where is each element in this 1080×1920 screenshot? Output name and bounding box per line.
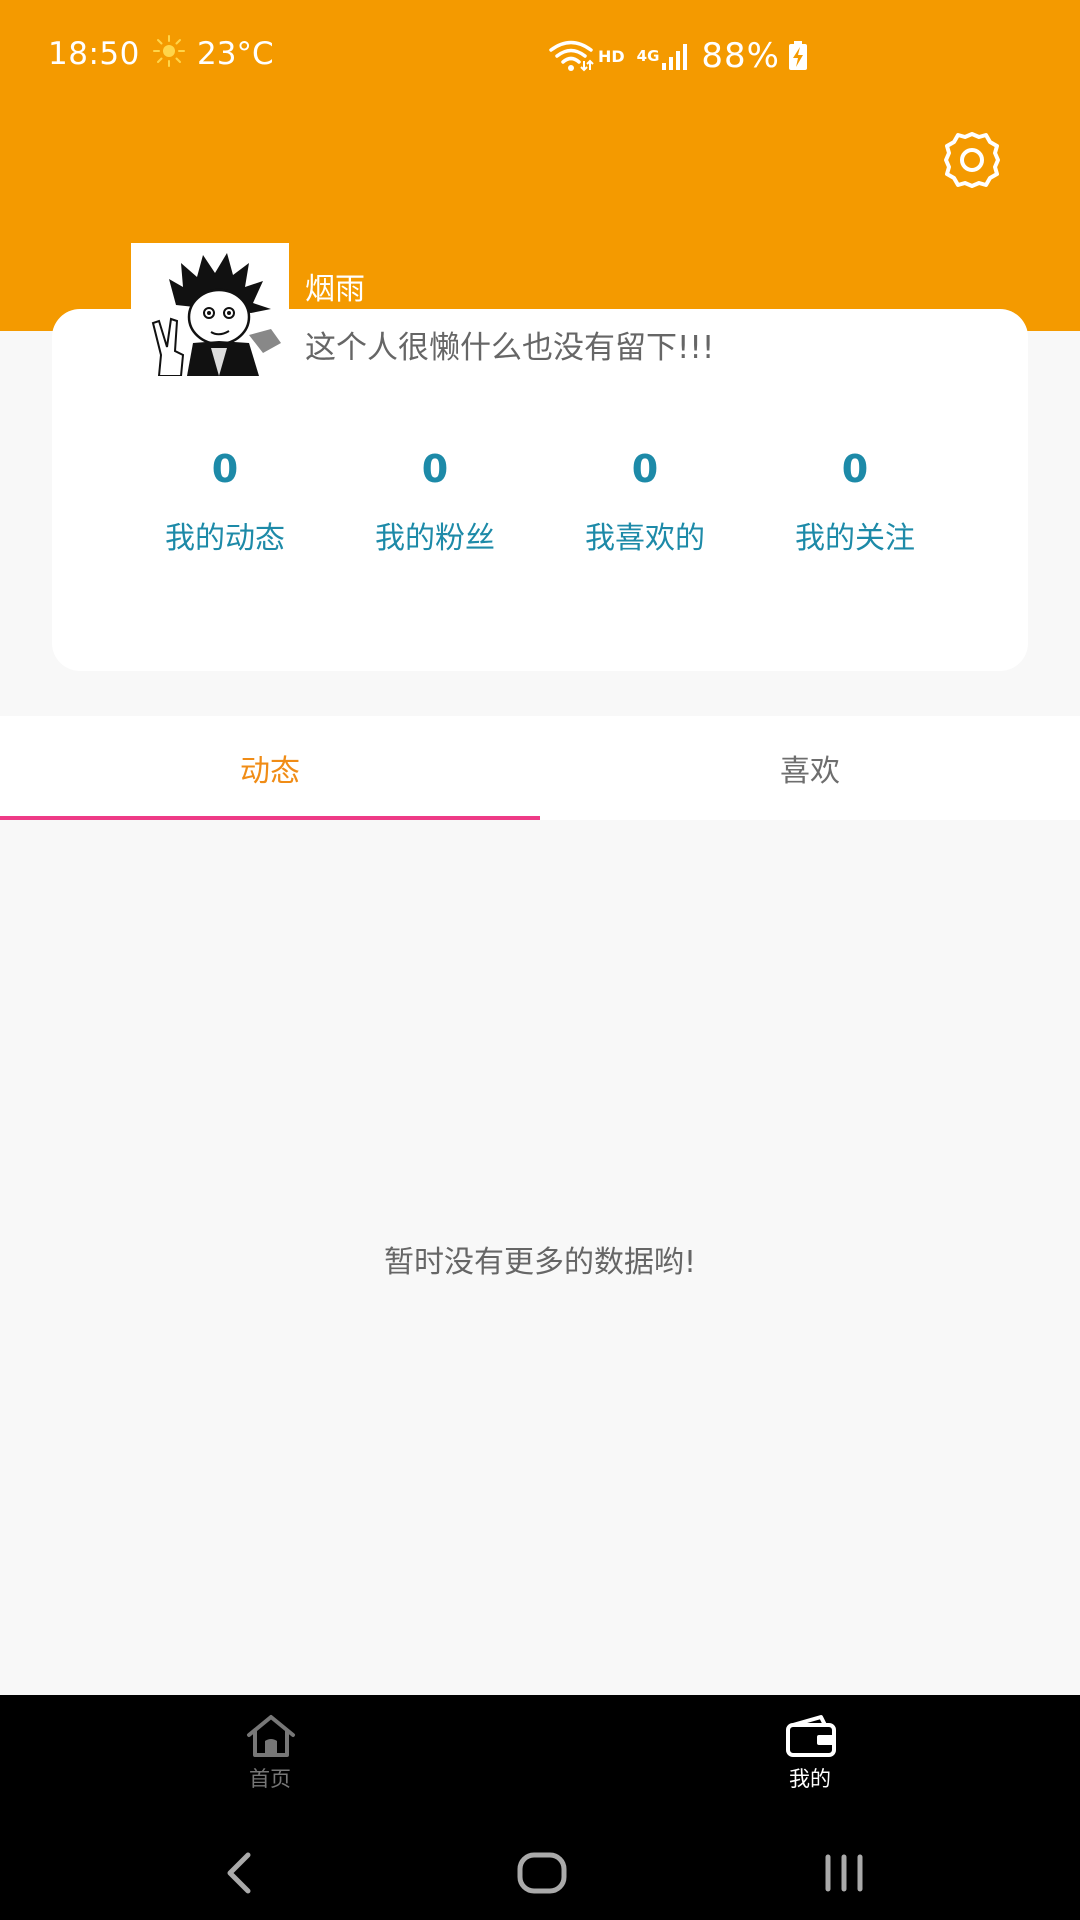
back-button[interactable] [200,1833,280,1913]
status-bar: 18:50 23°C HD 4G 88% [0,0,1080,110]
home-icon [247,1715,295,1757]
tab-indicator [0,816,540,820]
recents-icon [825,1854,863,1892]
nav-label: 我的 [789,1767,831,1791]
tab-label: 动态 [240,754,300,789]
nav-label: 首页 [249,1767,291,1791]
recents-button[interactable] [804,1833,884,1913]
stat-label: 我的动态 [165,521,285,556]
hd-label: HD [598,46,625,66]
settings-button[interactable] [940,128,1004,192]
avatar[interactable] [131,243,289,376]
tab-posts[interactable]: 动态 [0,716,540,820]
username: 烟雨 [305,272,365,307]
stat-label: 我的粉丝 [375,521,495,556]
cellular-4g-label: 4G [636,47,660,65]
user-bio: 这个人很懒什么也没有留下!!! [305,330,715,366]
wallet-icon [786,1715,836,1757]
battery-charging-icon [789,41,807,70]
stat-value: 0 [211,447,239,491]
home-circle-icon [517,1852,567,1894]
tab-likes[interactable]: 喜欢 [540,716,1080,820]
nav-item-home[interactable]: 首页 [0,1695,540,1805]
stat-value: 0 [631,447,659,491]
avatar-image [131,243,289,376]
stat-value: 0 [841,447,869,491]
bottom-nav: 首页 我的 [0,1695,1080,1805]
stat-label: 我喜欢的 [585,521,705,556]
signal-icon [662,44,688,70]
status-time: 18:50 [48,36,140,72]
content-tabs: 动态 喜欢 [0,716,1080,820]
back-icon [227,1852,251,1894]
profile-stats: 0 我的动态 0 我的粉丝 0 我喜欢的 0 我的关注 [120,445,960,565]
status-icons: HD 4G 88% [548,36,808,76]
stat-my-following[interactable]: 0 我的关注 [750,445,960,565]
stat-label: 我的关注 [795,521,915,556]
sun-icon [153,35,185,67]
system-nav-bar [0,1805,1080,1920]
gear-icon [944,132,1000,188]
stat-my-fans[interactable]: 0 我的粉丝 [330,445,540,565]
battery-percent: 88% [701,36,780,76]
home-button[interactable] [502,1833,582,1913]
empty-state-message: 暂时没有更多的数据哟! [383,1245,697,1280]
stat-value: 0 [421,447,449,491]
tab-label: 喜欢 [780,754,840,789]
profile-screen: 18:50 23°C HD 4G 88% 烟雨 这个人很懒什么也没有留下!!! … [0,0,1080,1920]
status-temperature: 23°C [197,36,274,72]
stat-my-likes[interactable]: 0 我喜欢的 [540,445,750,565]
stat-my-posts[interactable]: 0 我的动态 [120,445,330,565]
wifi-icon [549,40,594,72]
nav-item-mine[interactable]: 我的 [540,1695,1080,1805]
